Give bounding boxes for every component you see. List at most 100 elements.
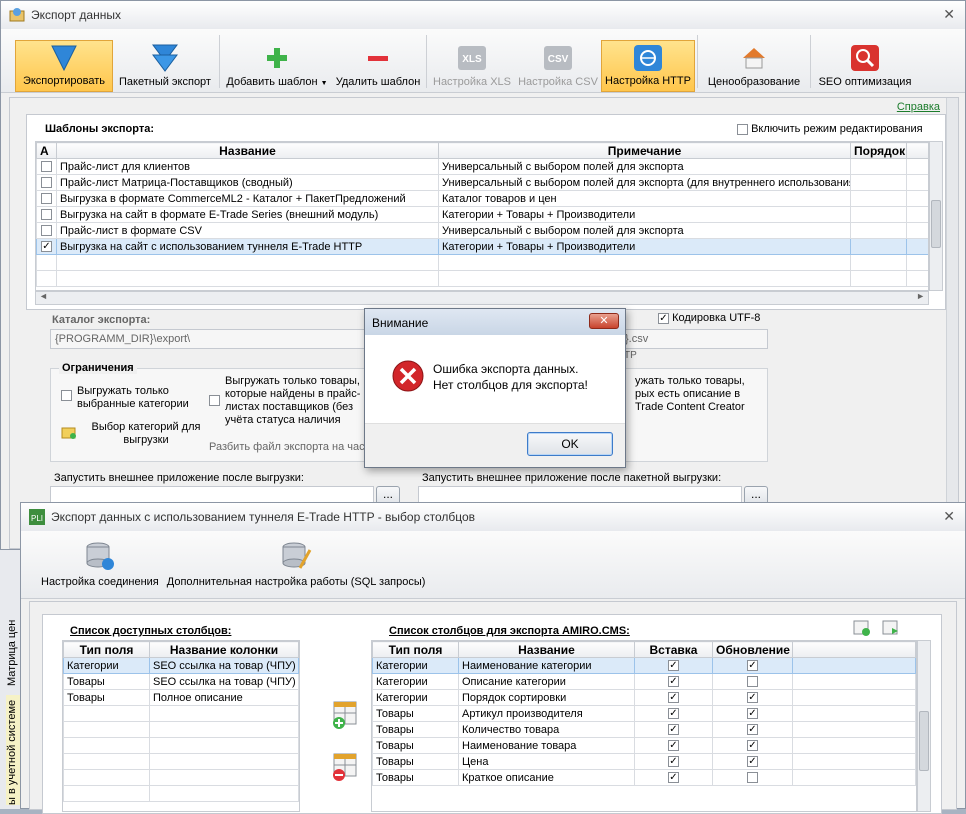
template-checkbox[interactable]: ✓	[41, 241, 52, 253]
template-checkbox[interactable]	[41, 177, 52, 189]
export-insert-cell[interactable]: ✓	[634, 721, 713, 738]
update-checkbox[interactable]: ✓	[747, 692, 758, 704]
export-insert-cell[interactable]: ✓	[634, 753, 713, 770]
template-check-cell[interactable]	[36, 174, 57, 191]
export-row[interactable]: Категории Порядок сортировки ✓ ✓	[372, 689, 916, 706]
add-column-button[interactable]	[330, 700, 360, 730]
export-update-cell[interactable]: ✓	[712, 657, 793, 674]
sql-settings-button[interactable]: Дополнительная настройка работы (SQL зап…	[163, 534, 430, 592]
close-icon[interactable]: ✕	[943, 6, 955, 23]
insert-checkbox[interactable]: ✓	[668, 708, 679, 720]
export-button[interactable]: Экспортировать	[15, 40, 113, 92]
template-row[interactable]: Выгрузка в формате CommerceML2 - Каталог…	[36, 190, 928, 207]
update-checkbox[interactable]: ✓	[747, 708, 758, 720]
csv-settings-button[interactable]: CSV Настройка CSV	[515, 40, 601, 92]
export-update-cell[interactable]: ✓	[712, 721, 793, 738]
batch-export-button[interactable]: Пакетный экспорт	[113, 40, 217, 92]
export-insert-cell[interactable]: ✓	[634, 705, 713, 722]
export-update-cell[interactable]	[712, 769, 793, 786]
scroll-right-strip[interactable]	[946, 98, 958, 548]
template-check-cell[interactable]	[36, 206, 57, 223]
insert-checkbox[interactable]: ✓	[668, 724, 679, 736]
catalog-path-field[interactable]: {PROGRAMM_DIR}\export\	[50, 329, 370, 349]
update-checkbox[interactable]	[747, 676, 758, 688]
edit-mode-checkbox[interactable]	[737, 123, 748, 135]
export-col-insert[interactable]: Вставка	[634, 641, 713, 658]
col-a[interactable]: A	[36, 142, 57, 159]
import-row-icon[interactable]	[882, 620, 900, 636]
template-checkbox[interactable]	[41, 161, 52, 173]
template-row[interactable]: ✓ Выгрузка на сайт с использованием тунне…	[36, 238, 928, 255]
template-checkbox[interactable]	[41, 193, 52, 205]
xls-settings-button[interactable]: XLS Настройка XLS	[429, 40, 515, 92]
update-checkbox[interactable]: ✓	[747, 740, 758, 752]
template-row[interactable]: Прайс-лист в формате CSV Универсальный с …	[36, 222, 928, 239]
export-insert-cell[interactable]: ✓	[634, 657, 713, 674]
templates-vscroll[interactable]	[929, 141, 943, 291]
export-update-cell[interactable]: ✓	[712, 705, 793, 722]
http-settings-button[interactable]: Настройка HTTP	[601, 40, 695, 92]
seo-button[interactable]: SEO оптимизация	[813, 40, 917, 92]
only-selected-categories[interactable]: Выгружать только выбранные категории	[61, 385, 206, 411]
export-row[interactable]: Товары Количество товара ✓ ✓	[372, 721, 916, 738]
export-update-cell[interactable]	[712, 673, 793, 690]
col-name[interactable]: Название	[56, 142, 439, 159]
utf8-checkbox[interactable]: ✓	[658, 312, 669, 324]
export-vscroll[interactable]	[917, 640, 931, 812]
update-checkbox[interactable]	[747, 772, 758, 784]
help-link[interactable]: Справка	[897, 101, 940, 113]
template-row[interactable]: Прайс-лист для клиентов Универсальный с в…	[36, 158, 928, 175]
col-order[interactable]: Порядок	[850, 142, 907, 159]
delete-template-button[interactable]: Удалить шаблон	[332, 40, 424, 92]
available-col-name[interactable]: Название колонки	[149, 641, 299, 658]
available-col-type[interactable]: Тип поля	[63, 641, 150, 658]
only-found-goods[interactable]: Выгружать только товары, которые найдены…	[209, 375, 371, 427]
close-icon[interactable]: ✕	[943, 508, 955, 525]
update-checkbox[interactable]: ✓	[747, 756, 758, 768]
edit-mode-toggle[interactable]: Включить режим редактирования	[737, 123, 923, 135]
only-selected-categories-checkbox[interactable]	[61, 390, 72, 401]
export-row[interactable]: Товары Артикул производителя ✓ ✓	[372, 705, 916, 722]
update-checkbox[interactable]: ✓	[747, 660, 758, 672]
templates-hscroll[interactable]: ◄ ►	[35, 291, 929, 305]
template-check-cell[interactable]: ✓	[36, 238, 57, 255]
update-checkbox[interactable]: ✓	[747, 724, 758, 736]
add-row-icon[interactable]	[853, 620, 871, 636]
remove-column-button[interactable]	[330, 752, 360, 782]
export-insert-cell[interactable]: ✓	[634, 769, 713, 786]
template-check-cell[interactable]	[36, 158, 57, 175]
export-update-cell[interactable]: ✓	[712, 737, 793, 754]
export-update-cell[interactable]: ✓	[712, 689, 793, 706]
export-insert-cell[interactable]: ✓	[634, 737, 713, 754]
connection-settings-button[interactable]: Настройка соединения	[37, 534, 163, 592]
insert-checkbox[interactable]: ✓	[668, 676, 679, 688]
export-row[interactable]: Товары Краткое описание ✓	[372, 769, 916, 786]
template-row[interactable]: Выгрузка на сайт в формате E-Trade Serie…	[36, 206, 928, 223]
col-note[interactable]: Примечание	[438, 142, 851, 159]
insert-checkbox[interactable]: ✓	[668, 660, 679, 672]
insert-checkbox[interactable]: ✓	[668, 692, 679, 704]
available-row[interactable]: Товары Полное описание	[63, 689, 299, 706]
export-insert-cell[interactable]: ✓	[634, 673, 713, 690]
template-check-cell[interactable]	[36, 190, 57, 207]
available-row[interactable]: Товары SEO ссылка на товар (ЧПУ)	[63, 673, 299, 690]
file-name-field[interactable]: }.csv	[620, 329, 768, 349]
utf8-toggle[interactable]: ✓ Кодировка UTF-8	[658, 312, 760, 324]
export-update-cell[interactable]: ✓	[712, 753, 793, 770]
add-template-button[interactable]: Добавить шаблон ▼	[222, 40, 332, 92]
export-row[interactable]: Товары Наименование товара ✓ ✓	[372, 737, 916, 754]
export-col-type[interactable]: Тип поля	[372, 641, 459, 658]
export-insert-cell[interactable]: ✓	[634, 689, 713, 706]
only-found-goods-checkbox[interactable]	[209, 395, 220, 406]
insert-checkbox[interactable]: ✓	[668, 740, 679, 752]
template-checkbox[interactable]	[41, 225, 52, 237]
ok-button[interactable]: OK	[527, 432, 613, 456]
export-col-name[interactable]: Название	[458, 641, 635, 658]
template-row[interactable]: Прайс-лист Матрица-Поставщиков (сводный)…	[36, 174, 928, 191]
select-categories-button[interactable]: Выбор категорий для выгрузки	[61, 421, 211, 447]
export-row[interactable]: Категории Описание категории ✓	[372, 673, 916, 690]
insert-checkbox[interactable]: ✓	[668, 756, 679, 768]
available-row[interactable]: Категории SEO ссылка на товар (ЧПУ)	[63, 657, 299, 674]
export-row[interactable]: Категории Наименование категории ✓ ✓	[372, 657, 916, 674]
template-checkbox[interactable]	[41, 209, 52, 221]
